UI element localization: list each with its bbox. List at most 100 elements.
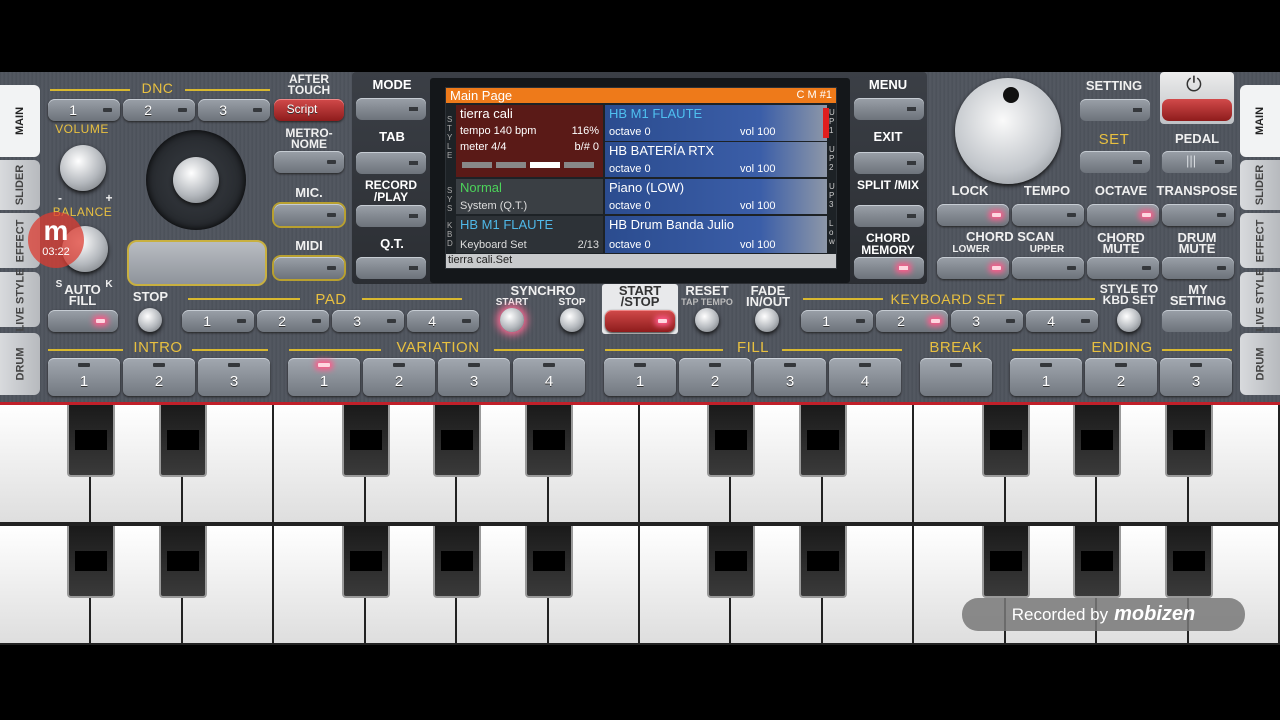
- track-up2[interactable]: HB BATERÍA RTX octave 0 vol 100: [605, 142, 827, 177]
- black-key[interactable]: [798, 405, 847, 477]
- recorder-bubble[interactable]: m 03:22: [28, 212, 84, 268]
- midi-button[interactable]: [274, 257, 344, 279]
- black-key[interactable]: [524, 526, 573, 598]
- tempo-button[interactable]: [1012, 204, 1084, 226]
- power-button[interactable]: ⏻: [1160, 72, 1234, 124]
- black-key[interactable]: [341, 526, 390, 598]
- black-key[interactable]: [1164, 405, 1213, 477]
- black-key[interactable]: [1073, 405, 1122, 477]
- intro-button-1[interactable]: 1: [48, 358, 120, 396]
- ending-button-1[interactable]: 1: [1010, 358, 1082, 396]
- tab-main-left[interactable]: MAIN: [0, 85, 40, 157]
- pad-button-4[interactable]: 4: [407, 310, 479, 332]
- chord-scan-upper-button[interactable]: [1012, 257, 1084, 279]
- ending-button-2[interactable]: 2: [1085, 358, 1157, 396]
- variation-button-1[interactable]: 1: [288, 358, 360, 396]
- octave-button[interactable]: [1087, 204, 1159, 226]
- tab-live-style-right[interactable]: LIVE STYLE: [1240, 268, 1280, 331]
- script-button[interactable]: Script: [274, 99, 344, 121]
- qt-button[interactable]: [356, 257, 426, 279]
- setting-button[interactable]: [1080, 99, 1150, 121]
- pitch-bar[interactable]: [127, 240, 267, 286]
- ending-button-3[interactable]: 3: [1160, 358, 1232, 396]
- black-key[interactable]: [433, 405, 482, 477]
- fill-button-2[interactable]: 2: [679, 358, 751, 396]
- black-key[interactable]: [707, 405, 756, 477]
- start-stop-button[interactable]: [605, 310, 675, 332]
- style-to-kbd-knob[interactable]: [1117, 308, 1141, 332]
- variation-button-4[interactable]: 4: [513, 358, 585, 396]
- synchro-start-knob[interactable]: [500, 308, 524, 332]
- variation-button-2[interactable]: 2: [363, 358, 435, 396]
- tab-slider-left[interactable]: SLIDER: [0, 160, 40, 210]
- tab-drum-right[interactable]: DRUM: [1240, 333, 1280, 395]
- pad-button-3[interactable]: 3: [332, 310, 404, 332]
- metronome-button[interactable]: [274, 151, 344, 173]
- dnc-button-2[interactable]: 2: [123, 99, 195, 121]
- keyboard-panel[interactable]: HB M1 FLAUTE Keyboard Set 2/13: [456, 216, 603, 253]
- system-panel[interactable]: Normal System (Q.T.): [456, 179, 603, 214]
- break-button[interactable]: [920, 358, 992, 396]
- track-up1[interactable]: HB M1 FLAUTE octave 0 vol 100: [605, 105, 829, 141]
- black-key[interactable]: [707, 526, 756, 598]
- dnc-button-3[interactable]: 3: [198, 99, 270, 121]
- black-key[interactable]: [981, 405, 1030, 477]
- kbd-set-button-1[interactable]: 1: [801, 310, 873, 332]
- black-key[interactable]: [1164, 526, 1213, 598]
- variation-button-3[interactable]: 3: [438, 358, 510, 396]
- kbd-set-button-3[interactable]: 3: [951, 310, 1023, 332]
- tab-drum-left[interactable]: DRUM: [0, 333, 40, 395]
- stop-knob[interactable]: [138, 308, 162, 332]
- set-button[interactable]: [1080, 151, 1150, 173]
- black-key[interactable]: [433, 526, 482, 598]
- fill-button-1[interactable]: 1: [604, 358, 676, 396]
- transpose-button[interactable]: [1162, 204, 1234, 226]
- tab-live-style-left[interactable]: LIVE STYLE: [0, 268, 40, 331]
- pad-button-2[interactable]: 2: [257, 310, 329, 332]
- volume-knob[interactable]: [60, 145, 106, 191]
- exit-button[interactable]: [854, 152, 924, 174]
- chord-memory-button[interactable]: [854, 257, 924, 279]
- tab-effect-right[interactable]: EFFECT: [1240, 213, 1280, 268]
- split-mix-button[interactable]: [854, 205, 924, 227]
- black-key[interactable]: [798, 526, 847, 598]
- fill-button-4[interactable]: 4: [829, 358, 901, 396]
- menu-button[interactable]: [854, 98, 924, 120]
- chord-mute-button[interactable]: [1087, 257, 1159, 279]
- black-key[interactable]: [67, 526, 116, 598]
- drum-mute-button[interactable]: [1162, 257, 1234, 279]
- kbd-set-button-2[interactable]: 2: [876, 310, 948, 332]
- tab-main-right[interactable]: MAIN: [1240, 85, 1280, 157]
- joystick-knob[interactable]: [173, 157, 219, 203]
- mic-button[interactable]: [274, 204, 344, 226]
- track-low[interactable]: HB Drum Banda Julio octave 0 vol 100: [605, 216, 827, 253]
- fade-knob[interactable]: [755, 308, 779, 332]
- kbd-set-button-4[interactable]: 4: [1026, 310, 1098, 332]
- black-key[interactable]: [1073, 526, 1122, 598]
- black-key[interactable]: [524, 405, 573, 477]
- dnc-button-1[interactable]: 1: [48, 99, 120, 121]
- black-key[interactable]: [981, 526, 1030, 598]
- pedal-button[interactable]: |||: [1162, 151, 1232, 173]
- intro-button-3[interactable]: 3: [198, 358, 270, 396]
- style-percent: 116%: [571, 125, 599, 137]
- lock-button[interactable]: [937, 204, 1009, 226]
- reset-knob[interactable]: [695, 308, 719, 332]
- black-key[interactable]: [341, 405, 390, 477]
- pad-button-1[interactable]: 1: [182, 310, 254, 332]
- black-key[interactable]: [158, 526, 207, 598]
- chord-scan-lower-button[interactable]: [937, 257, 1009, 279]
- black-key[interactable]: [67, 405, 116, 477]
- style-panel[interactable]: tierra cali tempo 140 bpm 116% meter 4/4…: [456, 105, 603, 177]
- tab-button[interactable]: [356, 152, 426, 174]
- track-up3[interactable]: Piano (LOW) octave 0 vol 100: [605, 179, 827, 214]
- intro-button-2[interactable]: 2: [123, 358, 195, 396]
- black-key[interactable]: [158, 405, 207, 477]
- record-play-button[interactable]: [356, 205, 426, 227]
- synchro-stop-knob[interactable]: [560, 308, 584, 332]
- tab-slider-right[interactable]: SLIDER: [1240, 160, 1280, 210]
- mode-button[interactable]: [356, 98, 426, 120]
- auto-fill-button[interactable]: [48, 310, 118, 332]
- my-setting-button[interactable]: [1162, 310, 1232, 332]
- fill-button-3[interactable]: 3: [754, 358, 826, 396]
